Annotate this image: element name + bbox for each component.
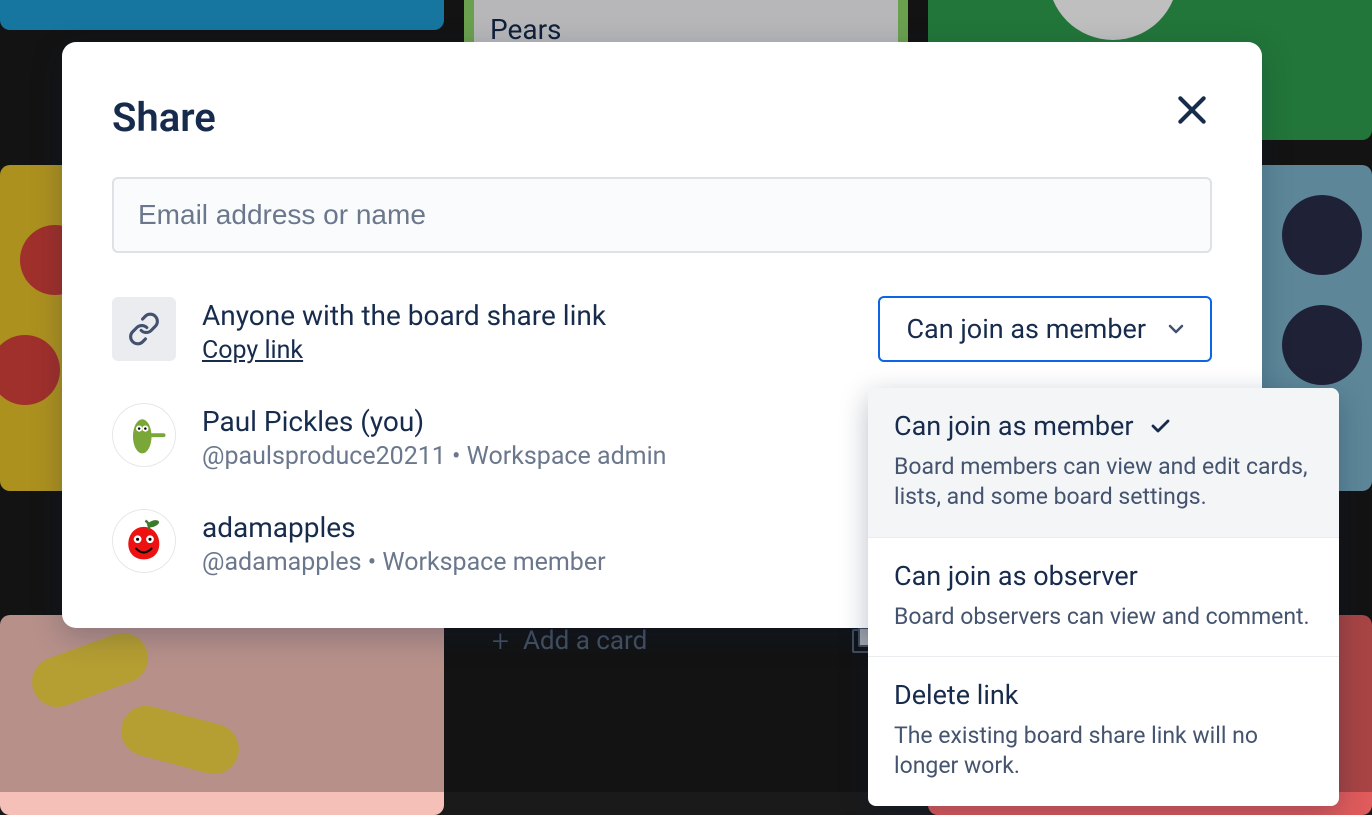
dropdown-option-desc: The existing board share link will no lo… xyxy=(894,721,1313,782)
permission-selected-label: Can join as member xyxy=(906,313,1146,345)
check-icon xyxy=(1148,414,1172,438)
dropdown-option-desc: Board members can view and edit cards, l… xyxy=(894,452,1313,513)
dropdown-option-observer[interactable]: Can join as observer Board observers can… xyxy=(868,537,1339,656)
chevron-down-icon xyxy=(1164,317,1188,341)
permission-dropdown: Can join as member Board members can vie… xyxy=(868,388,1339,806)
close-button[interactable] xyxy=(1172,90,1212,130)
dropdown-option-title: Can join as observer xyxy=(894,560,1138,592)
link-icon xyxy=(112,297,176,361)
avatar xyxy=(112,509,176,573)
dropdown-option-delete[interactable]: Delete link The existing board share lin… xyxy=(868,656,1339,806)
dropdown-option-member[interactable]: Can join as member Board members can vie… xyxy=(868,388,1339,537)
dropdown-option-title: Delete link xyxy=(894,679,1019,711)
modal-title: Share xyxy=(112,94,1212,141)
close-icon xyxy=(1172,90,1212,130)
dropdown-option-title: Can join as member xyxy=(894,410,1134,442)
permission-select[interactable]: Can join as member xyxy=(878,296,1212,362)
copy-link-button[interactable]: Copy link xyxy=(202,336,303,365)
avatar xyxy=(112,403,176,467)
dropdown-option-desc: Board observers can view and comment. xyxy=(894,602,1313,632)
invite-input[interactable] xyxy=(112,177,1212,253)
share-link-row: Anyone with the board share link Copy li… xyxy=(112,297,1212,365)
share-link-title: Anyone with the board share link xyxy=(202,299,852,332)
